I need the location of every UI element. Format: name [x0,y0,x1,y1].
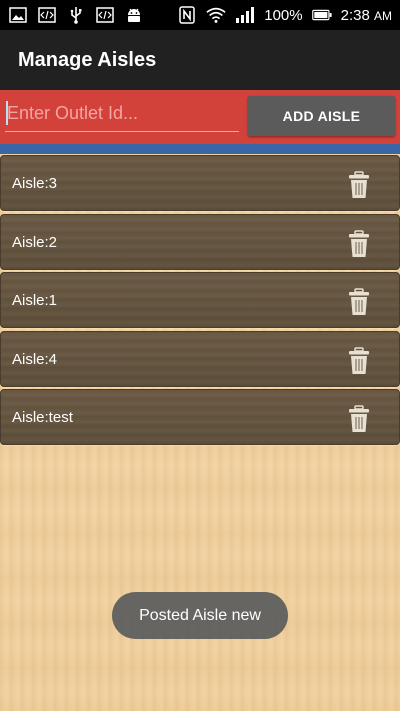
aisle-label: Aisle:2 [12,233,58,251]
aisle-label: Aisle:1 [12,292,58,310]
aisle-label: Aisle:3 [12,175,58,192]
nfc-icon [177,6,197,24]
usb-icon [66,6,86,24]
toast-message: Posted Aisle new [112,592,288,639]
trash-icon[interactable] [346,229,372,259]
code-icon [37,6,57,24]
aisle-label: Aisle:test [12,409,73,427]
battery-icon [311,6,332,24]
status-bar-right: 100% 2:38 AM [177,6,392,24]
trash-icon[interactable] [346,170,372,200]
text-cursor [6,101,8,125]
trash-icon[interactable] [346,346,372,376]
clock-time: 2:38 [340,6,370,24]
app-bar: Manage Aisles [0,30,400,90]
page-title: Manage Aisles [18,48,157,71]
trash-icon[interactable] [346,404,372,434]
code-icon [95,6,115,24]
list-item[interactable]: Aisle:1 [0,272,400,329]
clock-ampm: AM [374,8,392,23]
list-item[interactable]: Aisle:test [0,389,400,446]
list-item[interactable]: Aisle:4 [0,330,400,387]
add-aisle-button[interactable]: ADD AISLE [248,96,395,136]
trash-icon[interactable] [346,287,372,317]
status-bar-left [8,6,144,24]
clock: 2:38 AM [341,7,392,24]
add-aisle-form: ADD AISLE [0,90,400,144]
status-bar: 100% 2:38 AM [0,0,400,30]
outlet-id-input[interactable] [5,96,239,132]
signal-icon [235,6,255,24]
list-item[interactable]: Aisle:2 [0,213,400,270]
aisle-list: Aisle:3 Aisle:2 Aisle:1 Aisle:4 Aisle:te… [0,155,400,448]
wifi-icon [206,6,226,24]
aisle-label: Aisle:4 [12,350,58,368]
android-icon [124,6,144,24]
divider-strip [0,144,400,154]
battery-percent: 100% [264,6,303,24]
list-item[interactable]: Aisle:3 [0,155,400,211]
gallery-icon [8,6,28,24]
